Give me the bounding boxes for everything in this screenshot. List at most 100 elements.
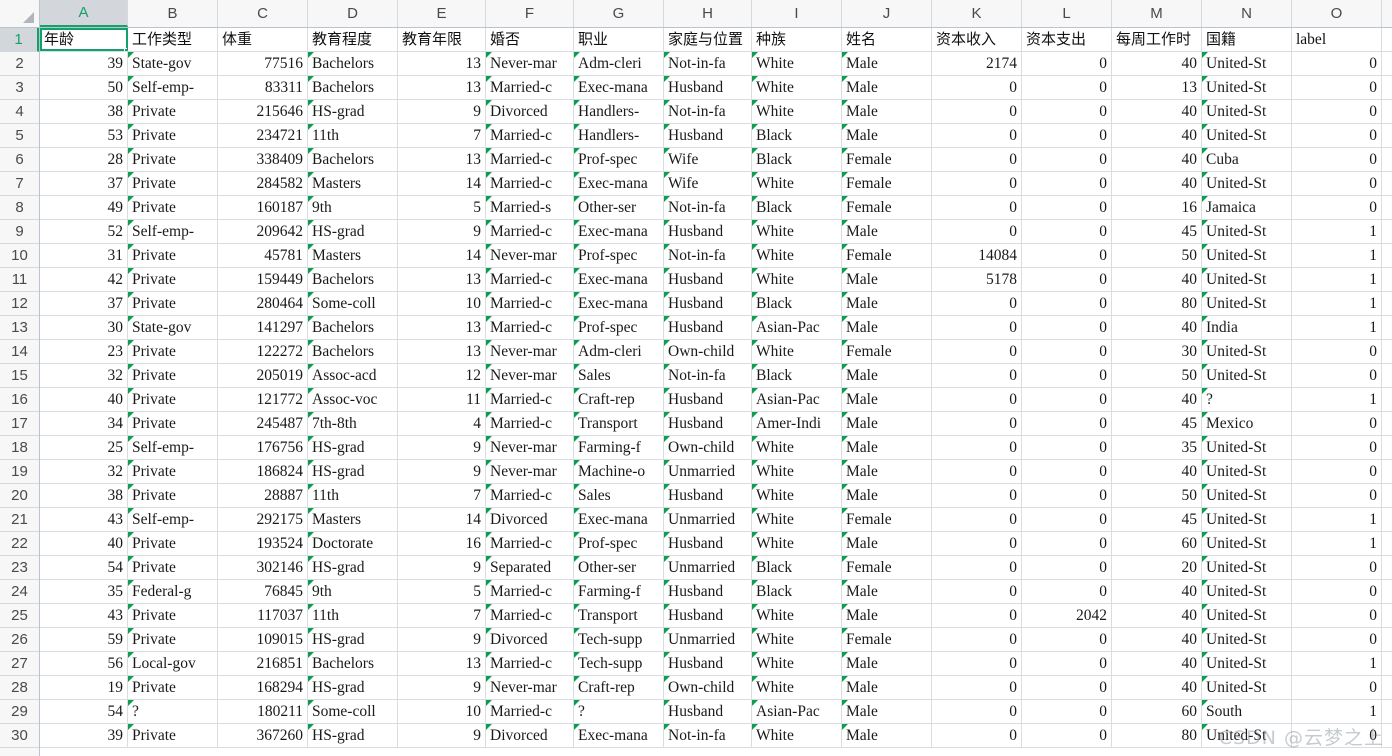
row-header-27[interactable]: 27 <box>0 652 39 676</box>
cell-d17[interactable]: 7th-8th <box>308 412 398 435</box>
cell-i5[interactable]: Black <box>752 124 842 147</box>
cell-a24[interactable]: 35 <box>40 580 128 603</box>
cell-e27[interactable]: 13 <box>398 652 486 675</box>
select-all-corner[interactable] <box>0 0 40 27</box>
row-header-24[interactable]: 24 <box>0 580 39 604</box>
cell-m24[interactable]: 40 <box>1112 580 1202 603</box>
cell-h5[interactable]: Husband <box>664 124 752 147</box>
cell-c12[interactable]: 280464 <box>218 292 308 315</box>
cell-c27[interactable]: 216851 <box>218 652 308 675</box>
cell-m3[interactable]: 13 <box>1112 76 1202 99</box>
cell-o6[interactable]: 0 <box>1292 148 1382 171</box>
row-header-25[interactable]: 25 <box>0 604 39 628</box>
cell-f27[interactable]: Married-c <box>486 652 574 675</box>
cell-d19[interactable]: HS-grad <box>308 460 398 483</box>
cell-b16[interactable]: Private <box>128 388 218 411</box>
cell-m8[interactable]: 16 <box>1112 196 1202 219</box>
cell-n15[interactable]: United-St <box>1202 364 1292 387</box>
cell-d23[interactable]: HS-grad <box>308 556 398 579</box>
cell-l25[interactable]: 2042 <box>1022 604 1112 627</box>
cell-g21[interactable]: Exec-mana <box>574 508 664 531</box>
cell-d2[interactable]: Bachelors <box>308 52 398 75</box>
row-header-9[interactable]: 9 <box>0 220 39 244</box>
header-cell-e[interactable]: 教育年限 <box>398 28 486 51</box>
cell-k22[interactable]: 0 <box>932 532 1022 555</box>
cell-a11[interactable]: 42 <box>40 268 128 291</box>
cell-o17[interactable]: 0 <box>1292 412 1382 435</box>
cell-n7[interactable]: United-St <box>1202 172 1292 195</box>
cell-b26[interactable]: Private <box>128 628 218 651</box>
cell-e25[interactable]: 7 <box>398 604 486 627</box>
cell-i20[interactable]: White <box>752 484 842 507</box>
cell-a26[interactable]: 59 <box>40 628 128 651</box>
row-header-30[interactable]: 30 <box>0 724 39 748</box>
cell-b5[interactable]: Private <box>128 124 218 147</box>
cell-h28[interactable]: Own-child <box>664 676 752 699</box>
spreadsheet-grid[interactable]: ABCDEFGHIJKLMNO 1 2 3 4 5 6 7 8 9 10 11 12 13 14 15 16 1… <box>0 0 1392 756</box>
cell-l17[interactable]: 0 <box>1022 412 1112 435</box>
cell-a25[interactable]: 43 <box>40 604 128 627</box>
cell-k23[interactable]: 0 <box>932 556 1022 579</box>
cell-l4[interactable]: 0 <box>1022 100 1112 123</box>
cell-i14[interactable]: White <box>752 340 842 363</box>
cell-n17[interactable]: Mexico <box>1202 412 1292 435</box>
cell-area[interactable]: 年龄 工作类型 体重 教育程度 教育年限 婚否 职业 家庭与位置 种族 姓名 资本收入 资本支出 每周工… <box>40 28 1392 756</box>
cell-o20[interactable]: 0 <box>1292 484 1382 507</box>
cell-c7[interactable]: 284582 <box>218 172 308 195</box>
cell-f24[interactable]: Married-c <box>486 580 574 603</box>
cell-e4[interactable]: 9 <box>398 100 486 123</box>
header-cell-d[interactable]: 教育程度 <box>308 28 398 51</box>
cell-e14[interactable]: 13 <box>398 340 486 363</box>
cell-e26[interactable]: 9 <box>398 628 486 651</box>
cell-k29[interactable]: 0 <box>932 700 1022 723</box>
cell-a20[interactable]: 38 <box>40 484 128 507</box>
cell-a15[interactable]: 32 <box>40 364 128 387</box>
cell-i19[interactable]: White <box>752 460 842 483</box>
cell-o27[interactable]: 1 <box>1292 652 1382 675</box>
cell-o18[interactable]: 0 <box>1292 436 1382 459</box>
selection-fill-handle[interactable] <box>124 48 127 51</box>
cell-k21[interactable]: 0 <box>932 508 1022 531</box>
cell-h11[interactable]: Husband <box>664 268 752 291</box>
row-header-29[interactable]: 29 <box>0 700 39 724</box>
cell-a14[interactable]: 23 <box>40 340 128 363</box>
cell-m10[interactable]: 50 <box>1112 244 1202 267</box>
cell-g10[interactable]: Prof-spec <box>574 244 664 267</box>
header-cell-k[interactable]: 资本收入 <box>932 28 1022 51</box>
cell-d15[interactable]: Assoc-acd <box>308 364 398 387</box>
header-cell-j[interactable]: 姓名 <box>842 28 932 51</box>
cell-j19[interactable]: Male <box>842 460 932 483</box>
cell-c29[interactable]: 180211 <box>218 700 308 723</box>
header-cell-a[interactable]: 年龄 <box>40 28 128 51</box>
cell-k19[interactable]: 0 <box>932 460 1022 483</box>
row-header-4[interactable]: 4 <box>0 100 39 124</box>
cell-l7[interactable]: 0 <box>1022 172 1112 195</box>
cell-d16[interactable]: Assoc-voc <box>308 388 398 411</box>
cell-d13[interactable]: Bachelors <box>308 316 398 339</box>
cell-e20[interactable]: 7 <box>398 484 486 507</box>
cell-n13[interactable]: India <box>1202 316 1292 339</box>
cell-h12[interactable]: Husband <box>664 292 752 315</box>
cell-j3[interactable]: Male <box>842 76 932 99</box>
cell-n27[interactable]: United-St <box>1202 652 1292 675</box>
cell-m11[interactable]: 40 <box>1112 268 1202 291</box>
cell-e11[interactable]: 13 <box>398 268 486 291</box>
cell-l16[interactable]: 0 <box>1022 388 1112 411</box>
cell-c14[interactable]: 122272 <box>218 340 308 363</box>
cell-g9[interactable]: Exec-mana <box>574 220 664 243</box>
cell-c19[interactable]: 186824 <box>218 460 308 483</box>
cell-a22[interactable]: 40 <box>40 532 128 555</box>
cell-c15[interactable]: 205019 <box>218 364 308 387</box>
cell-d25[interactable]: 11th <box>308 604 398 627</box>
cell-i29[interactable]: Asian-Pac <box>752 700 842 723</box>
cell-i4[interactable]: White <box>752 100 842 123</box>
cell-g3[interactable]: Exec-mana <box>574 76 664 99</box>
cell-g4[interactable]: Handlers- <box>574 100 664 123</box>
cell-c3[interactable]: 83311 <box>218 76 308 99</box>
cell-m29[interactable]: 60 <box>1112 700 1202 723</box>
cell-o16[interactable]: 1 <box>1292 388 1382 411</box>
cell-g30[interactable]: Exec-mana <box>574 724 664 747</box>
cell-m4[interactable]: 40 <box>1112 100 1202 123</box>
cell-o12[interactable]: 1 <box>1292 292 1382 315</box>
cell-l18[interactable]: 0 <box>1022 436 1112 459</box>
